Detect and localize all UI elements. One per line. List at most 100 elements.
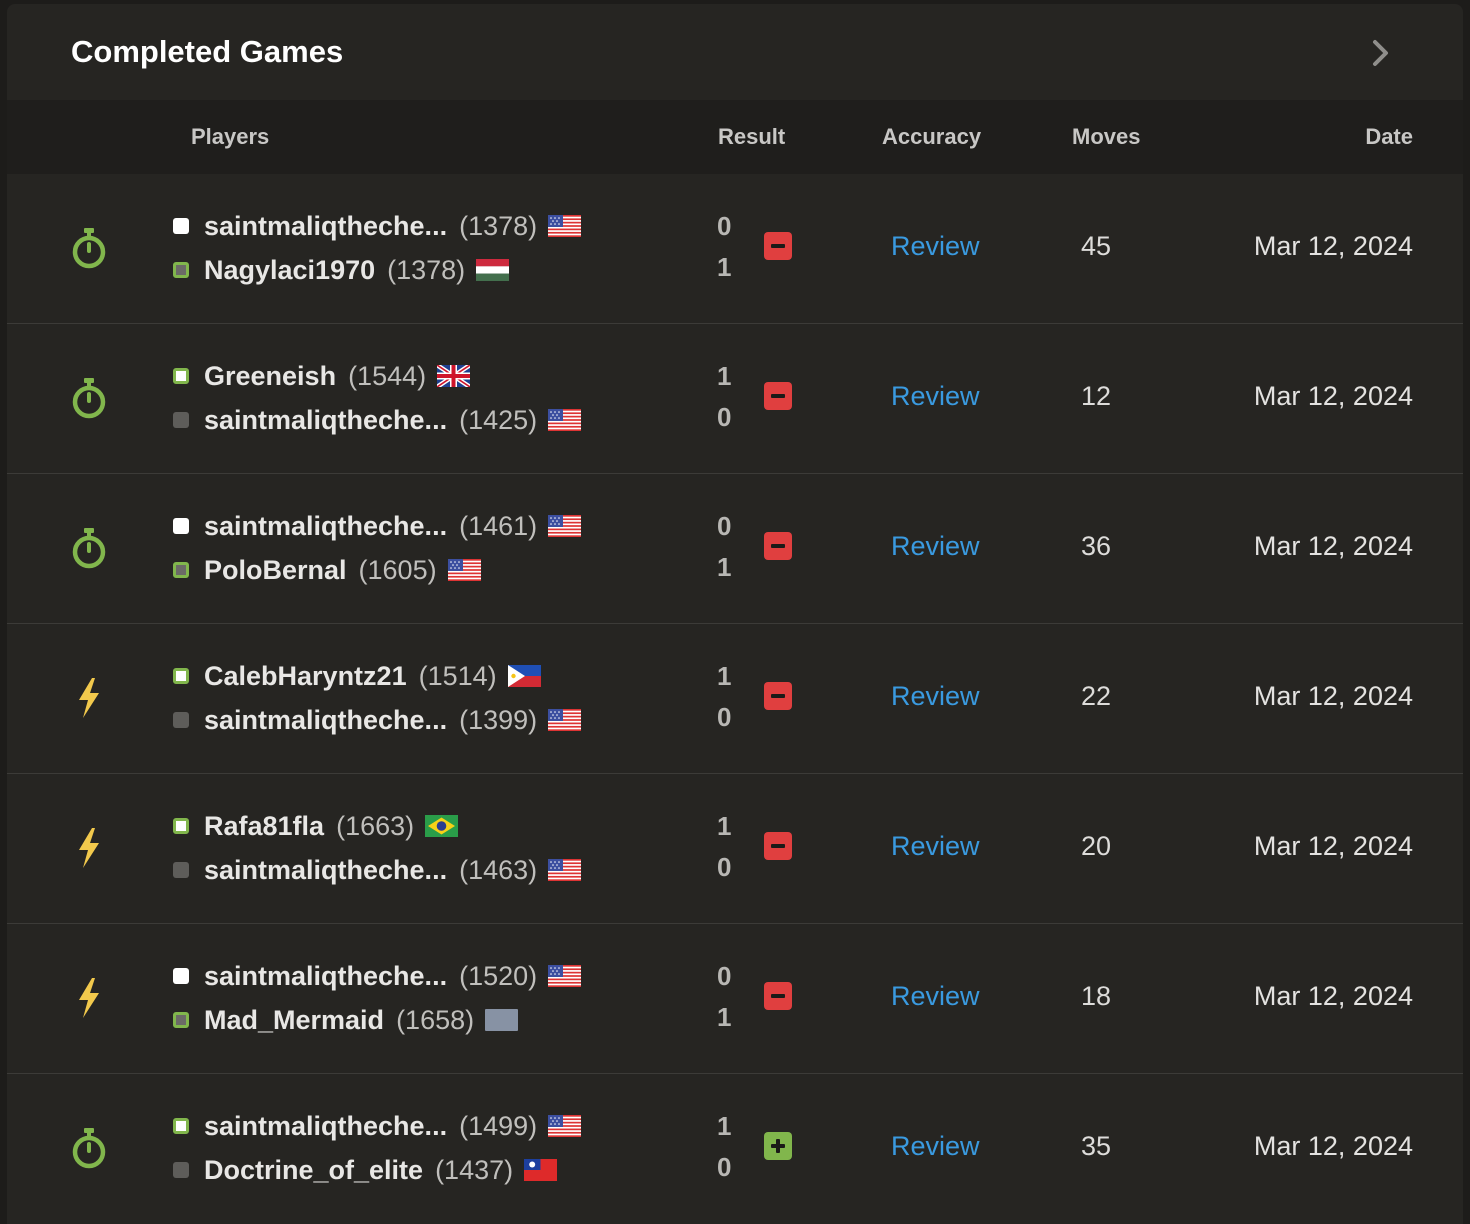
flag-hu-icon (465, 259, 510, 281)
chevron-right-icon[interactable] (1365, 38, 1395, 68)
player-username[interactable]: saintmaliqtheche... (204, 705, 447, 736)
white-player[interactable]: saintmaliqtheche... (1378) (173, 209, 582, 243)
piece-color-icon (173, 368, 189, 384)
moves-count: 18 (1080, 981, 1112, 1011)
player-rating: (1663) (336, 810, 415, 841)
piece-color-icon (173, 1012, 189, 1028)
loss-minus-icon (764, 832, 792, 860)
piece-color-icon (173, 712, 189, 728)
game-date: Mar 12, 2024 (1253, 831, 1413, 861)
review-link[interactable]: Review (891, 1131, 980, 1162)
player-username[interactable]: saintmaliqtheche... (204, 405, 447, 436)
rapid-stopwatch-icon (69, 1126, 109, 1170)
piece-color-icon (173, 1118, 189, 1134)
black-player[interactable]: saintmaliqtheche... (1425) (173, 403, 582, 437)
table-row[interactable]: saintmaliqtheche... (1520) Mad_Mermaid (… (7, 924, 1463, 1074)
flag-us-icon (437, 559, 481, 581)
column-header-players: Players (191, 124, 270, 149)
player-username[interactable]: Nagylaci1970 (204, 255, 375, 286)
player-username[interactable]: Greeneish (204, 361, 336, 392)
flag-us-icon (537, 859, 582, 881)
moves-count: 22 (1080, 681, 1112, 711)
flag-br-icon (414, 815, 459, 837)
white-score: 0 (717, 211, 732, 241)
white-player[interactable]: saintmaliqtheche... (1461) (173, 509, 582, 543)
completed-games-panel: Completed Games Players Result Accuracy … (7, 4, 1463, 1224)
table-row[interactable]: Greeneish (1544) saintmaliqtheche... (14… (7, 324, 1463, 474)
moves-count: 35 (1080, 1131, 1112, 1161)
review-link[interactable]: Review (891, 381, 980, 412)
flag-us-icon (537, 965, 582, 987)
white-player[interactable]: saintmaliqtheche... (1499) (173, 1109, 582, 1143)
flag-us-icon (537, 709, 582, 731)
loss-minus-icon (764, 682, 792, 710)
player-rating: (1437) (435, 1154, 514, 1185)
review-link[interactable]: Review (891, 981, 980, 1012)
table-row[interactable]: CalebHaryntz21 (1514) saintmaliqtheche..… (7, 624, 1463, 774)
panel-title: Completed Games (71, 34, 344, 69)
rapid-stopwatch-icon (69, 526, 109, 570)
black-player[interactable]: Doctrine_of_elite (1437) (173, 1153, 558, 1187)
flag-us-icon (537, 215, 582, 237)
white-player[interactable]: Greeneish (1544) (173, 359, 471, 393)
black-player[interactable]: saintmaliqtheche... (1463) (173, 853, 582, 887)
piece-color-icon (173, 262, 189, 278)
flag-gb-icon (426, 365, 471, 387)
rapid-stopwatch-icon (69, 376, 109, 420)
player-username[interactable]: saintmaliqtheche... (204, 961, 447, 992)
player-username[interactable]: Doctrine_of_elite (204, 1155, 423, 1186)
flag-tw-icon (513, 1159, 558, 1181)
black-player[interactable]: PoloBernal (1605) (173, 553, 481, 587)
column-header-date: Date (1365, 124, 1413, 149)
player-rating: (1378) (387, 254, 466, 285)
table-header: Players Result Accuracy Moves Date (7, 100, 1463, 174)
black-player[interactable]: Nagylaci1970 (1378) (173, 253, 510, 287)
white-player[interactable]: CalebHaryntz21 (1514) (173, 659, 541, 693)
player-username[interactable]: Mad_Mermaid (204, 1005, 384, 1036)
player-rating: (1463) (459, 854, 538, 885)
white-player[interactable]: saintmaliqtheche... (1520) (173, 959, 582, 993)
player-username[interactable]: saintmaliqtheche... (204, 211, 447, 242)
white-player[interactable]: Rafa81fla (1663) (173, 809, 459, 843)
column-header-moves: Moves (1072, 124, 1141, 149)
table-row[interactable]: saintmaliqtheche... (1499) Doctrine_of_e… (7, 1074, 1463, 1223)
white-score: 1 (717, 361, 732, 391)
player-username[interactable]: CalebHaryntz21 (204, 661, 407, 692)
flag-ph-icon (497, 665, 541, 687)
rapid-stopwatch-icon (69, 226, 109, 270)
black-score: 0 (717, 1152, 732, 1182)
black-score: 1 (717, 1002, 732, 1032)
piece-color-icon (173, 518, 189, 534)
flag-unknown-icon (474, 1009, 519, 1031)
player-username[interactable]: saintmaliqtheche... (204, 511, 447, 542)
black-player[interactable]: saintmaliqtheche... (1399) (173, 703, 582, 737)
piece-color-icon (173, 562, 189, 578)
black-score: 0 (717, 702, 732, 732)
review-link[interactable]: Review (891, 531, 980, 562)
review-link[interactable]: Review (891, 681, 980, 712)
player-rating: (1658) (396, 1004, 475, 1035)
table-row[interactable]: saintmaliqtheche... (1461) PoloBernal (1… (7, 474, 1463, 624)
player-rating: (1605) (358, 554, 437, 585)
review-link[interactable]: Review (891, 831, 980, 862)
loss-minus-icon (764, 382, 792, 410)
player-rating: (1399) (459, 704, 538, 735)
player-rating: (1544) (348, 360, 427, 391)
flag-us-icon (537, 1115, 582, 1137)
black-player[interactable]: Mad_Mermaid (1658) (173, 1003, 519, 1037)
player-username[interactable]: saintmaliqtheche... (204, 855, 447, 886)
moves-count: 36 (1080, 531, 1112, 561)
piece-color-icon (173, 668, 189, 684)
player-username[interactable]: saintmaliqtheche... (204, 1111, 447, 1142)
table-row[interactable]: Rafa81fla (1663) saintmaliqtheche... (14… (7, 774, 1463, 924)
player-username[interactable]: PoloBernal (204, 555, 347, 586)
player-username[interactable]: Rafa81fla (204, 811, 324, 842)
loss-minus-icon (764, 982, 792, 1010)
table-row[interactable]: saintmaliqtheche... (1378) Nagylaci1970 … (7, 174, 1463, 324)
column-header-accuracy: Accuracy (882, 124, 982, 149)
review-link[interactable]: Review (891, 231, 980, 262)
white-score: 1 (717, 1111, 732, 1141)
game-date: Mar 12, 2024 (1253, 231, 1413, 261)
black-score: 0 (717, 402, 732, 432)
game-date: Mar 12, 2024 (1253, 981, 1413, 1011)
